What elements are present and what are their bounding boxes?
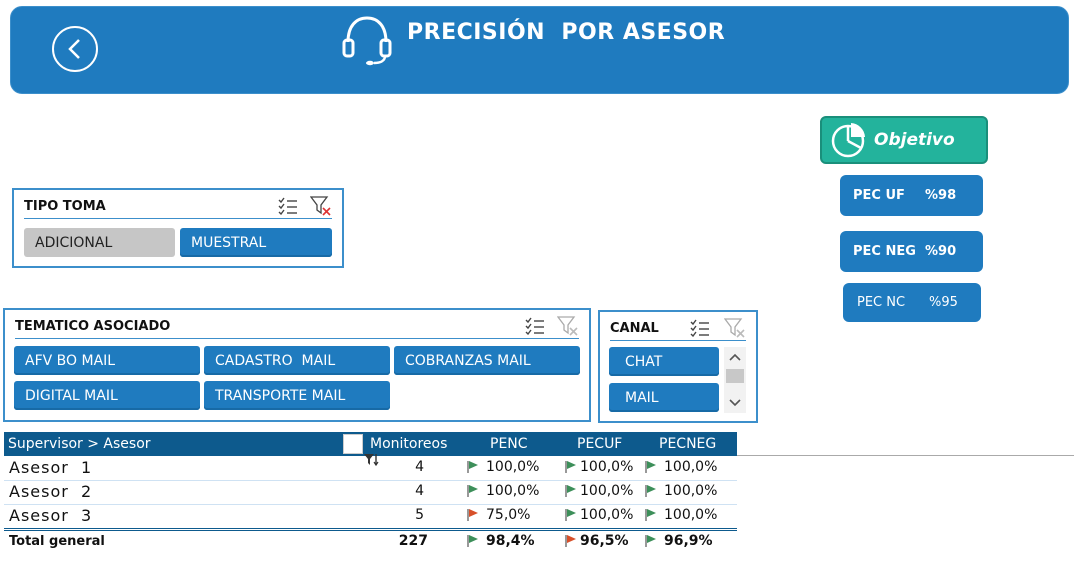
pecneg-value: 100,0%	[664, 507, 718, 523]
filter-dropdown-button[interactable]	[343, 434, 379, 467]
flag-icon	[645, 485, 656, 497]
pecneg-cell: 100,0%	[644, 459, 717, 475]
objective-value: %95	[929, 295, 958, 310]
total-pecuf: 96,5%	[564, 533, 629, 549]
flag-icon	[645, 535, 656, 547]
total-label: Total general	[9, 534, 105, 549]
pecuf-value: 100,0%	[580, 507, 634, 523]
flag-icon	[565, 461, 576, 473]
slicer-header: TIPO TOMA	[24, 194, 332, 219]
header-pecneg: PECNEG	[659, 436, 717, 452]
flag-icon	[467, 461, 478, 473]
monitoreos-value: 4	[415, 483, 424, 499]
slicer-title: TIPO TOMA	[24, 198, 106, 214]
slicer-option-digital-mail[interactable]: DIGITAL MAIL	[14, 381, 200, 410]
pecneg-cell: 100,0%	[644, 507, 717, 523]
total-penc-value: 98,4%	[486, 533, 535, 549]
table-row[interactable]: Asesor 3 5 75,0% 100,0% 100,0%	[4, 504, 737, 529]
slicer-option-chat[interactable]: CHAT	[609, 347, 719, 376]
slicer-header: TEMATICO ASOCIADO	[15, 314, 579, 339]
asesor-name: Asesor 3	[9, 506, 93, 525]
penc-cell: 100,0%	[466, 459, 539, 475]
objective-pec-nc: PEC NC %95	[843, 283, 981, 322]
slicer-option-cadastro-mail[interactable]: CADASTRO MAIL	[204, 346, 390, 375]
header-pecuf: PECUF	[577, 436, 623, 452]
asesor-name: Asesor 1	[9, 458, 93, 477]
back-button[interactable]	[52, 26, 98, 72]
pivot-header-row: Supervisor > Asesor Monitoreos PENC PECU…	[4, 432, 737, 467]
penc-value: 100,0%	[486, 483, 540, 499]
clear-filter-icon[interactable]	[310, 196, 332, 216]
slicer-scrollbar[interactable]	[724, 347, 746, 413]
flag-icon	[565, 485, 576, 497]
headset-icon	[342, 16, 392, 66]
total-pecneg-value: 96,9%	[664, 533, 713, 549]
pecneg-value: 100,0%	[664, 483, 718, 499]
pecneg-cell: 100,0%	[644, 483, 717, 499]
objective-name: PEC NC	[857, 295, 906, 310]
header-penc: PENC	[490, 436, 528, 452]
pie-chart-icon	[831, 123, 865, 158]
page-title: PRECISIÓN POR ASESOR	[407, 20, 726, 45]
slicer-option-mail[interactable]: MAIL	[609, 383, 719, 412]
slicer-option-adicional[interactable]: ADICIONAL	[24, 228, 175, 257]
multi-select-icon[interactable]	[525, 317, 545, 335]
pecuf-value: 100,0%	[580, 459, 634, 475]
objective-name: PEC UF	[853, 188, 905, 203]
table-row[interactable]: Asesor 2 4 100,0% 100,0% 100,0%	[4, 480, 737, 505]
flag-icon	[467, 485, 478, 497]
clear-filter-icon[interactable]	[724, 318, 746, 338]
chevron-down-icon[interactable]	[724, 395, 746, 411]
flag-icon	[565, 535, 576, 547]
chevron-up-icon[interactable]	[724, 349, 746, 365]
slicer-option-afv-bo-mail[interactable]: AFV BO MAIL	[14, 346, 200, 375]
clear-filter-icon[interactable]	[557, 316, 579, 336]
slicer-title: CANAL	[610, 320, 659, 336]
slicer-option-cobranzas-mail[interactable]: COBRANZAS MAIL	[394, 346, 580, 375]
flag-icon	[645, 461, 656, 473]
scrollbar-thumb[interactable]	[726, 369, 744, 383]
pecneg-value: 100,0%	[664, 459, 718, 475]
table-row[interactable]: Asesor 1 4 100,0% 100,0% 100,0%	[4, 456, 737, 481]
flag-icon	[467, 509, 478, 521]
monitoreos-value: 4	[415, 459, 424, 475]
flag-icon	[565, 509, 576, 521]
objective-name: PEC NEG	[853, 244, 916, 259]
total-pecneg: 96,9%	[644, 533, 713, 549]
penc-value: 75,0%	[486, 507, 531, 523]
flag-icon	[645, 509, 656, 521]
total-pecuf-value: 96,5%	[580, 533, 629, 549]
objective-button[interactable]: Objetivo	[820, 116, 988, 164]
total-penc: 98,4%	[466, 533, 535, 549]
flag-icon	[467, 535, 478, 547]
objective-pec-neg: PEC NEG %90	[840, 231, 983, 272]
objective-value: %90	[925, 244, 957, 259]
pecuf-value: 100,0%	[580, 483, 634, 499]
multi-select-icon[interactable]	[690, 319, 710, 337]
asesor-name: Asesor 2	[9, 482, 93, 501]
penc-value: 100,0%	[486, 459, 540, 475]
slicer-option-muestral[interactable]: MUESTRAL	[180, 228, 332, 257]
total-monitoreos: 227	[398, 533, 428, 549]
pecuf-cell: 100,0%	[564, 483, 633, 499]
total-row: Total general 227 98,4% 96,5% 96,9%	[4, 532, 737, 554]
monitoreos-value: 5	[415, 507, 424, 523]
slicer-option-transporte-mail[interactable]: TRANSPORTE MAIL	[204, 381, 390, 410]
objective-pec-uf: PEC UF %98	[840, 175, 983, 216]
total-divider	[4, 528, 737, 531]
penc-cell: 100,0%	[466, 483, 539, 499]
chevron-left-icon	[68, 39, 80, 59]
objective-value: %98	[925, 188, 957, 203]
divider	[737, 455, 1074, 456]
header-supervisor-asesor: Supervisor > Asesor	[8, 436, 151, 452]
penc-cell: 75,0%	[466, 507, 530, 523]
objective-label: Objetivo	[874, 130, 955, 150]
slicer-title: TEMATICO ASOCIADO	[15, 318, 171, 334]
pecuf-cell: 100,0%	[564, 507, 633, 523]
multi-select-icon[interactable]	[278, 197, 298, 215]
pecuf-cell: 100,0%	[564, 459, 633, 475]
slicer-header: CANAL	[610, 316, 746, 341]
header-monitoreos: Monitoreos	[370, 436, 448, 452]
